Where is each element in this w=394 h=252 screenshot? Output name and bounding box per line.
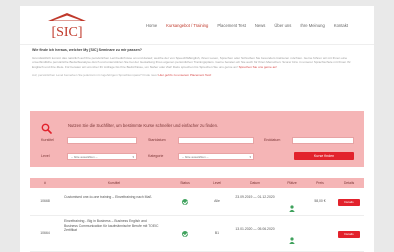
placement-test-link[interactable]: Hier geht's zu unserem Placement Test!	[158, 73, 211, 77]
course-date: 13.01.2020 — 05.06.2020	[235, 227, 275, 231]
main-nav: Home Kursangebot / Training Placement Te…	[146, 23, 348, 28]
person-icon	[289, 199, 295, 217]
enddatum-input[interactable]	[292, 136, 354, 144]
details-button[interactable]: Details	[338, 230, 360, 238]
nav-kontakt[interactable]: Kontakt	[334, 23, 348, 28]
label-startdatum: Startdatum	[148, 138, 166, 142]
col-datum: Datum	[250, 181, 260, 185]
nav-ihre-meinung[interactable]: Ihre Meinung	[300, 23, 324, 28]
startdatum-input[interactable]	[178, 136, 254, 144]
course-level: Alle	[214, 199, 220, 203]
course-title[interactable]: Customised one-to-one training – Einzelt…	[64, 195, 160, 200]
course-price: 58,00 €	[314, 199, 326, 203]
course-level: B1	[214, 231, 220, 235]
col-id: #	[44, 181, 46, 185]
col-preis: Preis	[316, 181, 324, 185]
find-courses-button[interactable]: Kurse finden	[294, 152, 354, 160]
level-select[interactable]: -- bitte auswählen -- ▾	[67, 152, 137, 160]
course-search-panel: Nutzen Sie die Suchfilter, um bestimmte …	[30, 111, 364, 167]
details-button[interactable]: Details	[338, 198, 360, 206]
chevron-down-icon: ▾	[132, 154, 134, 159]
person-icon	[289, 231, 295, 249]
course-title[interactable]: Einzeltraining - Big in Business – Busin…	[64, 219, 160, 233]
label-kategorie: Kategorie	[148, 154, 164, 158]
sic-logo[interactable]: [SIC]	[46, 11, 88, 39]
table-row: 10664 Einzeltraining - Big in Business –…	[30, 216, 364, 252]
kurstitel-input[interactable]	[67, 136, 137, 144]
nav-home[interactable]: Home	[146, 23, 157, 28]
label-kurstitel: Kurstitel	[41, 138, 54, 142]
page: [SIC] Home Kursangebot / Training Placem…	[20, 6, 374, 252]
intro-note-text: Auf, persönlichen Level bemerken Sie jed…	[32, 73, 158, 78]
site-header: [SIC] Home Kursangebot / Training Placem…	[20, 6, 374, 45]
label-enddatum: Enddatum	[264, 138, 281, 142]
course-id: 10664	[40, 231, 50, 235]
course-id: 10668	[40, 199, 50, 203]
intro-body: Grundsätzlich kommt das natürlich auf Ih…	[32, 56, 362, 69]
search-title: Nutzen Sie die Suchfilter, um bestimmte …	[68, 123, 219, 128]
label-level: Level	[41, 154, 50, 158]
level-select-value: -- bitte auswählen --	[71, 154, 98, 159]
kategorie-select[interactable]: -- bitte auswählen -- ▾	[178, 152, 254, 160]
course-date: 23.09.2019 — 01.12.2020	[235, 195, 275, 199]
col-plaetze: Plätze	[287, 181, 297, 185]
status-ok-icon	[182, 231, 188, 237]
status-ok-icon	[182, 199, 188, 205]
col-details: Details	[343, 181, 355, 185]
col-level: Level	[212, 181, 222, 185]
intro-heading: Wie finde ich heraus, welcher My [SIC] S…	[32, 48, 143, 52]
col-kurstitel: Kurstitel	[107, 181, 121, 185]
search-icon	[41, 121, 52, 139]
intro-contact-link[interactable]: Sprechen Sie uns gerne an!	[239, 65, 277, 69]
nav-ueber-uns[interactable]: Über uns	[274, 23, 291, 28]
nav-placement-test[interactable]: Placement Test	[217, 23, 246, 28]
table-header: # Kurstitel Status Level Datum Plätze Pr…	[30, 178, 364, 188]
nav-kursangebot[interactable]: Kursangebot / Training	[166, 23, 208, 28]
table-row: 10668 Customised one-to-one training – E…	[30, 188, 364, 216]
kategorie-select-value: -- bitte auswählen --	[182, 154, 209, 159]
logo-text: [SIC]	[51, 25, 82, 39]
intro-section: Wie finde ich heraus, welcher My [SIC] S…	[32, 48, 362, 77]
chevron-down-icon: ▾	[249, 154, 251, 159]
intro-note: Auf, persönlichen Level bemerken Sie jed…	[32, 73, 362, 77]
intro-body-text: Grundsätzlich kommt das natürlich auf Ih…	[32, 56, 351, 69]
nav-news[interactable]: News	[255, 23, 265, 28]
course-table: # Kurstitel Status Level Datum Plätze Pr…	[30, 178, 364, 252]
col-status: Status	[180, 181, 190, 185]
header-divider	[20, 44, 374, 45]
